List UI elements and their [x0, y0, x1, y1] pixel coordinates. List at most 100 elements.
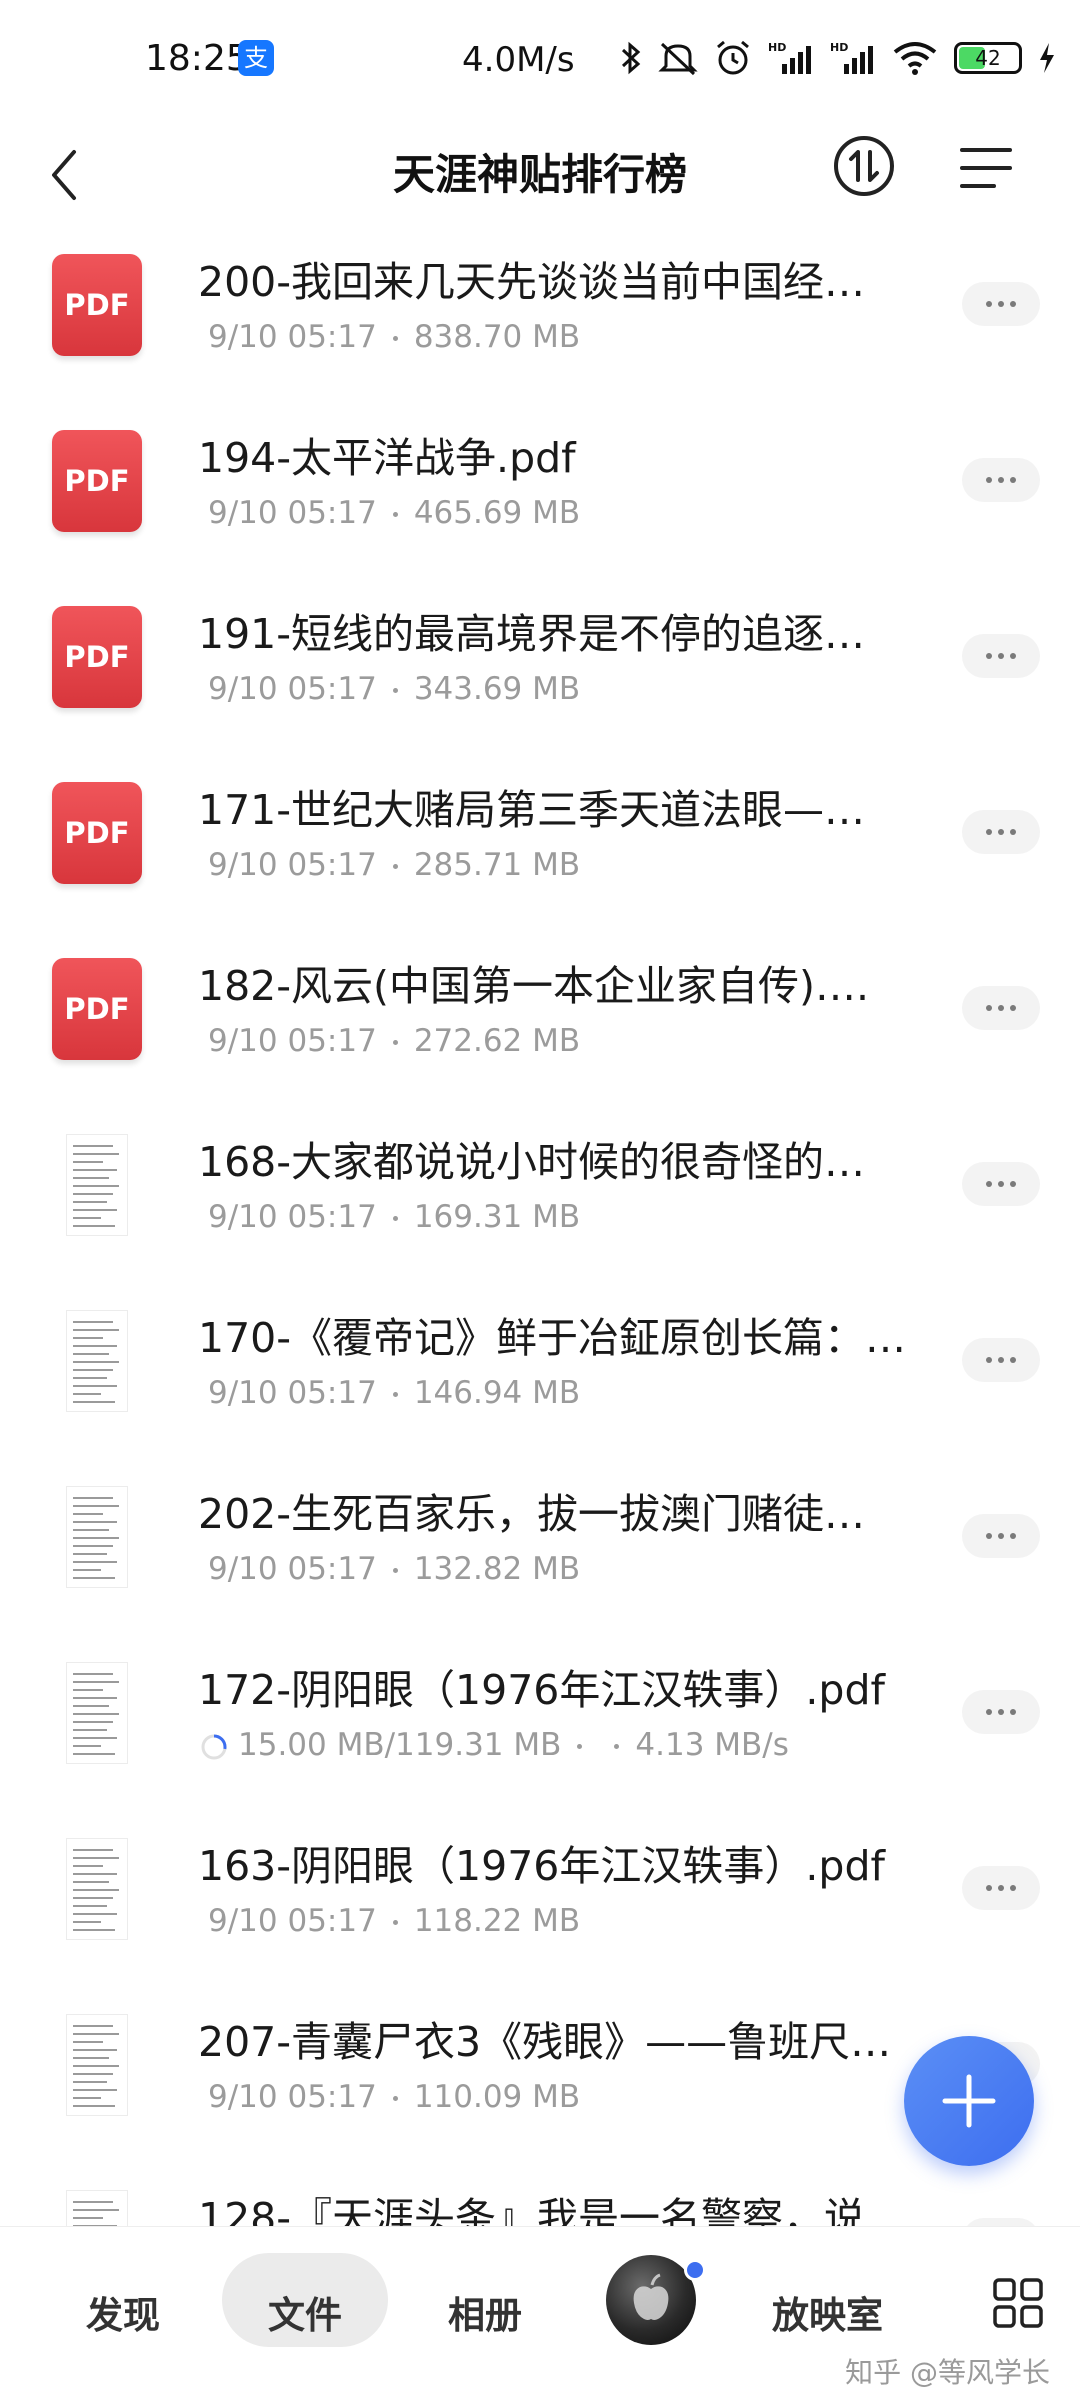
document-page-preview: [66, 1838, 128, 1940]
more-dots-icon[interactable]: [962, 458, 1040, 502]
separator-dot: [392, 512, 398, 517]
document-text-line: [73, 1553, 107, 1555]
more-dots-icon[interactable]: [962, 282, 1040, 326]
document-text-line: [73, 1721, 113, 1723]
file-row[interactable]: 163-阴阳眼（1976年江汉轶事）.pdf 9/10 05:17 118.22 M…: [0, 1814, 1080, 1990]
file-row[interactable]: 202-生死百家乐，拔一拔澳门赌徒… 9/10 05:17 132.82 MB: [0, 1462, 1080, 1638]
file-size: 169.31 MB: [413, 1199, 581, 1235]
document-page-preview: [66, 2190, 128, 2230]
separator-dot: [392, 1568, 398, 1573]
more-dot: [986, 1885, 992, 1891]
alipay-icon: 支: [238, 40, 274, 76]
more-dots-icon[interactable]: [962, 810, 1040, 854]
separator-dot: [392, 864, 398, 869]
charging-icon: [1040, 43, 1054, 73]
avatar[interactable]: [606, 2255, 696, 2345]
file-size: 272.62 MB: [413, 1023, 581, 1059]
document-thumbnail-icon: [52, 1486, 146, 1592]
more-dots-icon[interactable]: [962, 1338, 1040, 1382]
more-dot: [998, 1709, 1004, 1715]
wifi-icon: [893, 42, 937, 75]
document-text-line: [73, 1153, 119, 1155]
document-text-line: [73, 2065, 119, 2067]
nav-discover[interactable]: 发现: [86, 2285, 160, 2339]
document-text-line: [73, 1873, 117, 1875]
more-dots-icon[interactable]: [962, 1514, 1040, 1558]
document-thumbnail-icon: [52, 1134, 146, 1240]
grid-icon[interactable]: [992, 2277, 1044, 2329]
document-text-line: [73, 1201, 107, 1203]
file-meta: 9/10 05:17 285.71 MB: [208, 842, 580, 888]
file-date: 9/10 05:17: [208, 1551, 377, 1587]
file-name: 172-阴阳眼（1976年江汉轶事）.pdf: [198, 1666, 885, 1714]
document-text-line: [73, 1545, 113, 1547]
separator-dot: [392, 1216, 398, 1221]
document-text-line: [73, 1673, 113, 1675]
pdf-file-icon: PDF: [52, 606, 146, 712]
file-date: 9/10 05:17: [208, 671, 377, 707]
document-text-line: [73, 1913, 117, 1915]
nav-files[interactable]: 文件: [268, 2285, 342, 2339]
document-text-line: [73, 1169, 117, 1171]
separator-dot: [392, 688, 398, 693]
nav-theater[interactable]: 放映室: [772, 2285, 883, 2339]
file-name: 128-『天涯头条』我是一名警察，说…: [198, 2194, 907, 2230]
plus-icon: [942, 2074, 996, 2128]
download-speed: 4.13 MB/s: [635, 1727, 789, 1763]
pdf-file-icon: PDF: [52, 782, 146, 888]
pdf-badge-label: PDF: [52, 782, 142, 884]
add-button[interactable]: [904, 2036, 1034, 2166]
more-dots-icon[interactable]: [962, 1162, 1040, 1206]
apple-logo-icon: [633, 2273, 669, 2320]
file-row[interactable]: 170-《覆帝记》鲜于冶鉦原创长篇：… 9/10 05:17 146.94 MB: [0, 1286, 1080, 1462]
signal-hd-icon-1: HD: [768, 41, 811, 74]
nav-album[interactable]: 相册: [448, 2285, 522, 2339]
document-page-preview: [66, 1310, 128, 1412]
separator-dot: [614, 1744, 620, 1749]
file-row[interactable]: PDF 182-风云(中国第一本企业家自传)…. 9/10 05:17 272.62 …: [0, 934, 1080, 1110]
file-row[interactable]: PDF 191-短线的最高境界是不停的追逐… 9/10 05:17 343.69 MB: [0, 582, 1080, 758]
pdf-file-icon: PDF: [52, 958, 146, 1064]
file-row[interactable]: 128-『天涯头条』我是一名警察，说…: [0, 2166, 1080, 2230]
file-row[interactable]: PDF 200-我回来几天先谈谈当前中国经… 9/10 05:17 838.70 MB: [0, 230, 1080, 406]
file-meta: 9/10 05:17 132.82 MB: [208, 1546, 580, 1592]
file-name: 163-阴阳眼（1976年江汉轶事）.pdf: [198, 1842, 885, 1890]
sort-icon[interactable]: [832, 134, 896, 198]
document-text-line: [73, 1929, 115, 1931]
battery-level: 42: [975, 46, 1001, 70]
document-text-line: [73, 1385, 117, 1387]
document-text-line: [73, 2097, 101, 2099]
download-progress-ring-icon: [201, 1734, 227, 1759]
document-text-line: [73, 1881, 109, 1883]
svg-text:HD: HD: [830, 41, 848, 54]
file-size: 146.94 MB: [413, 1375, 581, 1411]
file-size: 285.71 MB: [413, 847, 581, 883]
document-page-preview: [66, 1662, 128, 1764]
menu-icon[interactable]: [956, 138, 1016, 198]
more-dot: [1010, 1709, 1016, 1715]
file-size: 465.69 MB: [413, 495, 581, 531]
file-row[interactable]: 168-大家都说说小时候的很奇怪的… 9/10 05:17 169.31 MB: [0, 1110, 1080, 1286]
more-dot: [998, 301, 1004, 307]
file-size: 132.82 MB: [413, 1551, 581, 1587]
file-row[interactable]: PDF 194-太平洋战争.pdf 9/10 05:17 465.69 MB: [0, 406, 1080, 582]
pdf-badge-label: PDF: [52, 254, 142, 356]
more-dot: [986, 829, 992, 835]
more-dot: [998, 1357, 1004, 1363]
more-dots-icon[interactable]: [962, 1866, 1040, 1910]
file-row[interactable]: PDF 171-世纪大赌局第三季天道法眼—… 9/10 05:17 285.71 MB: [0, 758, 1080, 934]
file-row[interactable]: 172-阴阳眼（1976年江汉轶事）.pdf 15.00 MB/119.31 MB…: [0, 1638, 1080, 1814]
file-meta: 9/10 05:17 343.69 MB: [208, 666, 580, 712]
more-dots-icon[interactable]: [962, 986, 1040, 1030]
more-dot: [1010, 477, 1016, 483]
file-date: 9/10 05:17: [208, 319, 377, 355]
document-text-line: [73, 1529, 109, 1531]
document-text-line: [73, 1361, 119, 1363]
document-text-line: [73, 2041, 103, 2043]
more-dots-icon[interactable]: [962, 634, 1040, 678]
file-meta: 9/10 05:17 272.62 MB: [208, 1018, 580, 1064]
document-text-line: [73, 1681, 119, 1683]
more-dots-icon[interactable]: [962, 1690, 1040, 1734]
file-name: 202-生死百家乐，拔一拔澳门赌徒…: [198, 1490, 866, 1538]
file-meta: 15.00 MB/119.31 MB 4.13 MB/s: [201, 1722, 789, 1768]
